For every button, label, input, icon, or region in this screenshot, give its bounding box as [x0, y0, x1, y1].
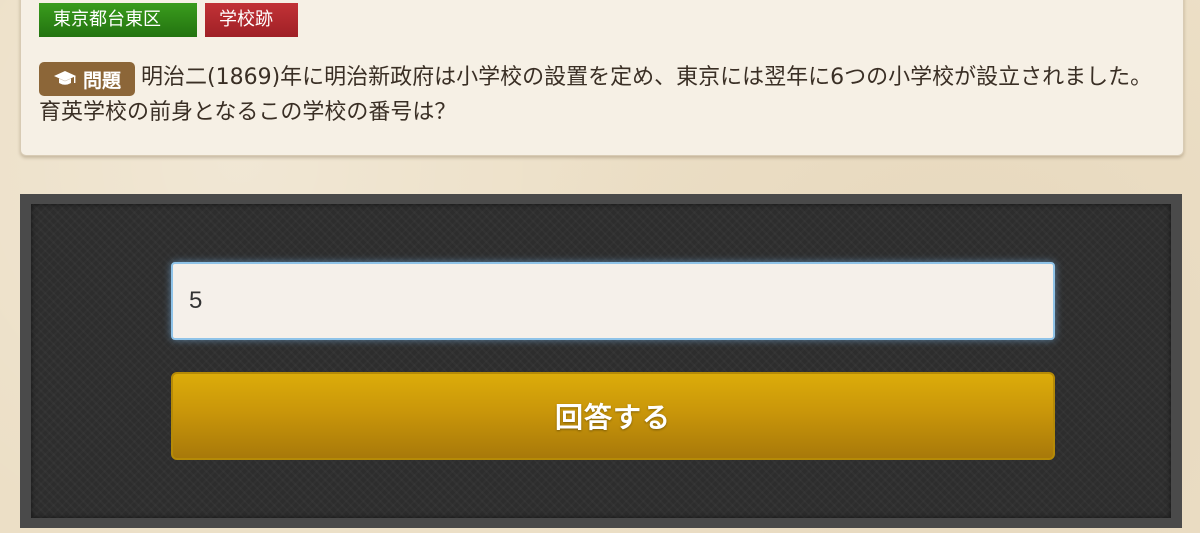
- category-tag[interactable]: 学校跡: [205, 3, 298, 37]
- question-badge-label: 問題: [82, 69, 121, 92]
- answer-panel-inner: 回答する: [31, 204, 1171, 518]
- graduation-cap-icon: [53, 70, 77, 88]
- question-badge: 問題: [39, 62, 135, 96]
- question-text: 明治二(1869)年に明治新政府は小学校の設置を定め、東京には翌年に6つの小学校…: [39, 65, 1153, 125]
- answer-input[interactable]: [171, 262, 1055, 340]
- area-tag[interactable]: 東京都台東区: [39, 3, 197, 37]
- answer-panel: 回答する: [20, 194, 1182, 528]
- submit-answer-button[interactable]: 回答する: [171, 372, 1055, 460]
- question-card: 東京都台東区 学校跡 明治二(1869)年に明治新政府は小学校の設置を定め、東京…: [20, 0, 1184, 156]
